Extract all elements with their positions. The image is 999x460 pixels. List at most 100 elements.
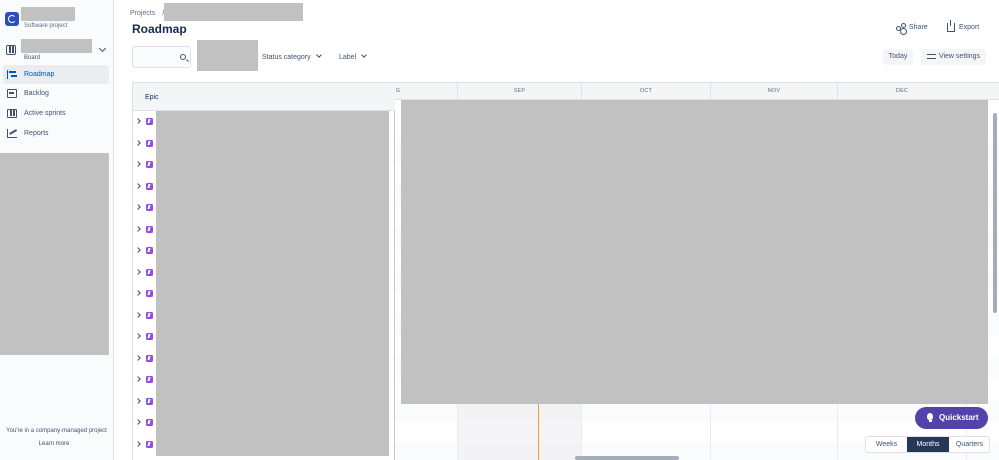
quickstart-label: Quickstart xyxy=(939,413,979,422)
expand-chevron-icon[interactable] xyxy=(135,333,141,339)
label-filter-label: Label xyxy=(339,54,357,61)
weeks-option[interactable]: Weeks xyxy=(866,437,907,452)
sidebar-item-active-sprints[interactable]: Active sprints xyxy=(3,104,109,123)
months-option[interactable]: Months xyxy=(907,437,949,452)
board-selector[interactable]: Board xyxy=(3,38,111,62)
table-row[interactable] xyxy=(133,283,155,304)
sidebar-redacted-area xyxy=(0,153,109,355)
status-category-label: Status category xyxy=(262,54,311,61)
epic-icon xyxy=(146,182,153,190)
sidebar-item-backlog[interactable]: Backlog xyxy=(3,84,109,103)
assignee-avatars-redacted[interactable] xyxy=(197,40,258,71)
table-row[interactable] xyxy=(133,412,155,433)
epic-icon xyxy=(146,376,153,383)
breadcrumb-projects-link[interactable]: Projects xyxy=(130,10,155,17)
table-row[interactable] xyxy=(133,434,155,455)
page-title: Roadmap xyxy=(132,22,187,36)
epic-column-header: Epic xyxy=(133,83,395,111)
vertical-scrollbar[interactable] xyxy=(993,113,997,313)
horizontal-scrollbar[interactable] xyxy=(575,456,679,460)
sidebar-item-roadmap[interactable]: Roadmap xyxy=(3,65,109,84)
project-type: Software project xyxy=(24,23,68,29)
epic-icon xyxy=(146,247,153,254)
project-header[interactable]: Software project xyxy=(3,7,113,33)
expand-chevron-icon[interactable] xyxy=(135,419,141,425)
breadcrumb: Projects / xyxy=(130,10,164,17)
export-button[interactable]: Export xyxy=(947,19,980,36)
table-row[interactable] xyxy=(133,348,155,369)
expand-chevron-icon[interactable] xyxy=(135,247,141,253)
share-icon xyxy=(896,22,906,32)
table-row[interactable] xyxy=(133,369,155,390)
expand-chevron-icon[interactable] xyxy=(135,182,141,189)
expand-chevron-icon[interactable] xyxy=(135,376,141,382)
table-row[interactable] xyxy=(133,262,155,283)
sidebar-item-label: Reports xyxy=(24,130,49,137)
table-row[interactable] xyxy=(133,154,155,175)
expand-chevron-icon[interactable] xyxy=(135,161,141,167)
share-button[interactable]: Share xyxy=(896,20,928,36)
timescale-toggle: Weeks Months Quarters xyxy=(865,436,990,453)
board-icon xyxy=(6,45,16,55)
expand-chevron-icon[interactable] xyxy=(135,139,141,146)
search-input[interactable] xyxy=(132,46,191,68)
quickstart-button[interactable]: Quickstart xyxy=(915,407,988,429)
sidebar-item-reports[interactable]: Reports xyxy=(3,124,109,143)
epic-icon xyxy=(146,225,153,233)
quarters-option[interactable]: Quarters xyxy=(949,437,989,452)
expand-chevron-icon[interactable] xyxy=(135,268,141,275)
company-managed-notice: You're in a company-managed project xyxy=(6,428,107,434)
sidebar-item-label: Backlog xyxy=(24,90,49,97)
roadmap-icon xyxy=(7,70,17,79)
table-row[interactable] xyxy=(133,391,155,412)
table-row[interactable] xyxy=(133,197,155,218)
table-row[interactable] xyxy=(133,240,155,261)
lightbulb-icon xyxy=(927,413,933,422)
chevron-down-icon xyxy=(361,52,367,58)
epic-icon xyxy=(146,290,153,297)
expand-chevron-icon[interactable] xyxy=(135,290,141,296)
learn-more-link[interactable]: Learn more xyxy=(0,441,108,447)
timeline-header: G SEP OCT NOV DEC xyxy=(395,83,999,100)
expand-chevron-icon[interactable] xyxy=(135,204,141,210)
epic-icon xyxy=(146,354,153,362)
sidebar-item-label: Active sprints xyxy=(24,110,66,117)
epic-icon xyxy=(146,118,153,125)
view-settings-button[interactable]: View settings xyxy=(921,49,986,65)
expand-chevron-icon[interactable] xyxy=(135,118,141,124)
expand-chevron-icon[interactable] xyxy=(135,225,141,232)
today-button[interactable]: Today xyxy=(883,49,913,65)
table-row[interactable] xyxy=(133,219,155,240)
table-row[interactable] xyxy=(133,111,155,132)
timeline: G SEP OCT NOV DEC xyxy=(395,83,999,460)
epic-icon xyxy=(146,333,153,340)
table-row[interactable] xyxy=(133,176,155,197)
search-icon xyxy=(180,54,186,60)
epic-icon xyxy=(146,397,153,405)
export-icon xyxy=(947,19,955,32)
chevron-down-icon xyxy=(315,52,322,58)
sidebar-item-label: Roadmap xyxy=(24,71,55,78)
view-settings-label: View settings xyxy=(938,53,981,60)
expand-chevron-icon[interactable] xyxy=(135,354,141,361)
label-filter[interactable]: Label xyxy=(339,52,367,61)
backlog-icon xyxy=(7,89,17,98)
epic-icon xyxy=(146,161,153,168)
board-name-redacted xyxy=(21,39,92,53)
epic-header-label: Epic xyxy=(145,94,159,101)
today-marker xyxy=(538,401,539,460)
expand-chevron-icon[interactable] xyxy=(135,440,141,447)
table-row[interactable] xyxy=(133,305,155,326)
expand-chevron-icon[interactable] xyxy=(135,397,141,404)
status-category-filter[interactable]: Status category xyxy=(262,52,322,61)
reports-icon xyxy=(7,129,17,138)
table-row[interactable] xyxy=(133,133,155,154)
export-label: Export xyxy=(959,24,980,31)
active-sprints-icon xyxy=(7,109,17,118)
breadcrumb-project-redacted[interactable] xyxy=(164,3,303,21)
timeline-bars-redacted xyxy=(401,100,988,404)
sidebar: Software project Board Roadmap Backlog A… xyxy=(0,0,114,460)
month-label-sep: SEP xyxy=(457,83,581,100)
expand-chevron-icon[interactable] xyxy=(135,311,141,318)
table-row[interactable] xyxy=(133,326,155,347)
